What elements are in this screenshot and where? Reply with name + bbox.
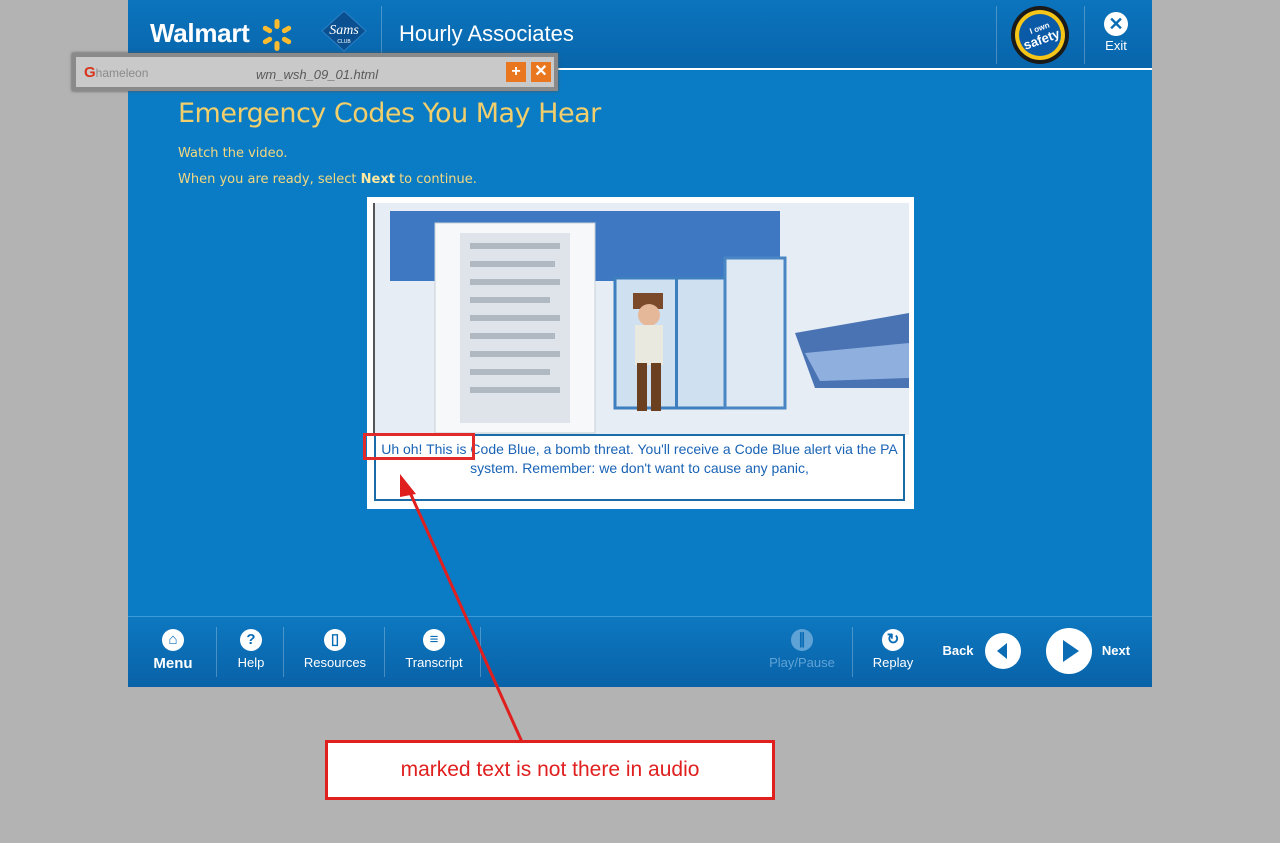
chameleon-c-icon: G <box>84 64 96 81</box>
chameleon-popup-bar[interactable]: Ghameleon wm_wsh_09_01.html + ✕ <box>72 53 558 91</box>
video-scene-image <box>375 203 909 435</box>
arrow-left-icon <box>997 643 1007 659</box>
list-icon: ≡ <box>423 629 445 651</box>
back-label[interactable]: Back <box>938 643 978 658</box>
divider <box>852 627 853 677</box>
svg-text:CLUB: CLUB <box>337 39 351 45</box>
footer-nav-bar: ⌂ Menu ? Help ▯ Resources ≡ Transcript ∥… <box>128 616 1152 687</box>
question-icon: ? <box>240 629 262 651</box>
video-frame <box>373 203 909 435</box>
replay-icon: ↻ <box>882 629 904 651</box>
divider <box>1084 6 1085 64</box>
close-circle-icon: ✕ <box>1104 12 1128 36</box>
sams-club-logo: Sams CLUB <box>321 10 367 52</box>
exit-label: Exit <box>1105 38 1127 53</box>
divider <box>283 627 284 677</box>
walmart-spark-icon <box>262 19 292 51</box>
next-button[interactable] <box>1046 628 1092 674</box>
divider <box>480 627 481 677</box>
help-button[interactable]: ? Help <box>228 629 274 670</box>
instruction-text: When you are ready, select Next to conti… <box>178 172 477 187</box>
play-pause-button[interactable]: ∥ Play/Pause <box>764 629 840 670</box>
chameleon-logo: Ghameleon <box>84 64 149 81</box>
divider <box>384 627 385 677</box>
divider <box>996 6 997 64</box>
walmart-logo: Walmart <box>150 18 250 48</box>
popup-filename: wm_wsh_09_01.html <box>256 67 379 82</box>
next-label[interactable]: Next <box>1096 643 1136 658</box>
home-icon: ⌂ <box>162 629 184 651</box>
pause-icon: ∥ <box>791 629 813 651</box>
plus-icon[interactable]: + <box>506 62 526 82</box>
video-player[interactable]: Uh oh! This is Code Blue, a bomb threat.… <box>367 197 914 509</box>
annotation-note: marked text is not there in audio <box>325 740 775 800</box>
menu-button[interactable]: ⌂ Menu <box>148 629 198 672</box>
back-button[interactable] <box>985 633 1021 669</box>
resources-button[interactable]: ▯ Resources <box>298 629 372 670</box>
instruction-text: Watch the video. <box>178 146 288 161</box>
transcript-button[interactable]: ≡ Transcript <box>398 629 470 670</box>
replay-button[interactable]: ↻ Replay <box>868 629 918 670</box>
close-icon[interactable]: ✕ <box>531 62 551 82</box>
i-own-safety-badge: I own safety <box>1011 6 1069 64</box>
page-title: Emergency Codes You May Hear <box>178 98 601 129</box>
highlight-box <box>363 433 475 460</box>
document-icon: ▯ <box>324 629 346 651</box>
arrow-right-icon <box>1063 640 1079 662</box>
divider <box>216 627 217 677</box>
exit-button[interactable]: ✕ Exit <box>1094 12 1138 62</box>
course-window: Walmart Sams CLUB Hourly Associates I ow… <box>128 0 1152 687</box>
svg-text:Sams: Sams <box>329 23 359 38</box>
course-title: Hourly Associates <box>399 21 574 46</box>
